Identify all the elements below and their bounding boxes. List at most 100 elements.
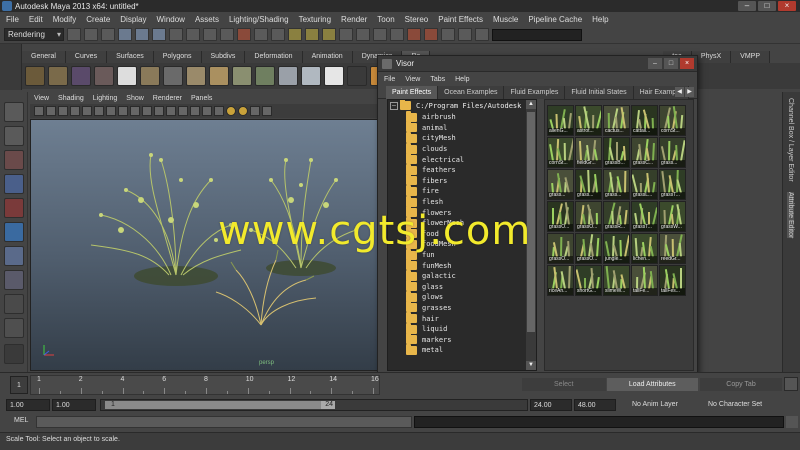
brush-thumbnail[interactable]: lichen... xyxy=(631,233,658,264)
brush-thumbnail[interactable]: grassR... xyxy=(603,201,630,232)
character-set-dropdown[interactable]: No Character Set xyxy=(696,399,762,411)
brush-thumbnail[interactable]: grass... xyxy=(575,169,602,200)
load-attributes-button[interactable]: Load Attributes xyxy=(606,378,698,391)
brush-thumbnail[interactable]: tallFes... xyxy=(659,265,686,296)
menu-set-select[interactable]: Rendering xyxy=(4,28,64,41)
visor-close-button[interactable]: × xyxy=(680,58,694,69)
xray-joints-icon[interactable] xyxy=(262,106,272,116)
menu-lighting-shading[interactable]: Lighting/Shading xyxy=(229,15,289,24)
brush-thumbnail[interactable]: grassO... xyxy=(547,201,574,232)
brush-thumbnail[interactable]: astrot... xyxy=(575,105,602,136)
tab-scroll-left-icon[interactable]: ◀ xyxy=(675,87,684,97)
menu-muscle[interactable]: Muscle xyxy=(493,15,518,24)
brush-thumbnail[interactable]: grassT... xyxy=(631,201,658,232)
show-manipulator-icon[interactable] xyxy=(4,294,24,314)
menu-create[interactable]: Create xyxy=(86,15,110,24)
visor-tab-fluid-examples[interactable]: Fluid Examples xyxy=(504,86,566,99)
hypershade-icon[interactable] xyxy=(458,28,472,41)
paint-tool-icon[interactable] xyxy=(94,66,114,86)
brush-thumbnail[interactable]: reedGr... xyxy=(659,233,686,264)
folder-item[interactable]: markers xyxy=(406,333,464,345)
visor-tab-paint-effects[interactable]: Paint Effects xyxy=(386,86,439,99)
textured-icon[interactable] xyxy=(214,106,224,116)
wireframe-icon[interactable] xyxy=(166,106,176,116)
snap-grid-icon[interactable] xyxy=(288,28,302,41)
lasso-tool-icon[interactable] xyxy=(4,126,24,146)
menu-file[interactable]: File xyxy=(6,15,19,24)
snap-point-icon[interactable] xyxy=(322,28,336,41)
viewport-menu-panels[interactable]: Panels xyxy=(191,95,212,102)
folder-item[interactable]: flesh xyxy=(406,195,464,208)
brush-thumbnail[interactable]: shortG... xyxy=(575,265,602,296)
folder-item[interactable]: animal xyxy=(406,121,464,134)
maximize-button[interactable]: □ xyxy=(758,1,776,11)
paint-brush-icon[interactable] xyxy=(25,66,45,86)
brush-thumbnail[interactable]: tallFe... xyxy=(631,265,658,296)
brush-thumbnail[interactable]: cornSt... xyxy=(659,105,686,136)
shelf-tab-animation[interactable]: Animation xyxy=(302,51,353,63)
menu-modify[interactable]: Modify xyxy=(53,15,77,24)
paint-settings-icon[interactable] xyxy=(117,66,137,86)
scale-tool-icon[interactable] xyxy=(4,222,24,242)
paint-canvas-icon[interactable] xyxy=(140,66,160,86)
brush-thumbnail[interactable]: slimeW... xyxy=(603,265,630,296)
brush-preset-icon[interactable] xyxy=(232,66,252,86)
viewport-menu-lighting[interactable]: Lighting xyxy=(93,95,118,102)
brush-thumbnail[interactable]: cactus... xyxy=(603,105,630,136)
folder-item[interactable]: liquid xyxy=(406,322,464,335)
folder-item[interactable]: electrical xyxy=(406,153,464,165)
range-handle[interactable]: 1 24 xyxy=(105,401,335,409)
brush-thumbnail[interactable]: jungle... xyxy=(603,233,630,264)
brush-thumbnail[interactable]: grassO... xyxy=(575,201,602,232)
tab-scroll-right-icon[interactable]: ▶ xyxy=(685,87,694,97)
visor-menu-help[interactable]: Help xyxy=(455,76,469,83)
range-bar[interactable]: 1 24 xyxy=(100,399,528,411)
playback-start-field[interactable]: 1.00 xyxy=(52,399,96,411)
brush-thumbnail[interactable]: grassW... xyxy=(659,201,686,232)
shelf-tab-deformation[interactable]: Deformation xyxy=(245,51,303,63)
folder-item[interactable]: galactic xyxy=(406,269,464,282)
menu-render[interactable]: Render xyxy=(341,15,367,24)
render-settings-icon[interactable] xyxy=(441,28,455,41)
paint-scene-icon[interactable] xyxy=(163,66,183,86)
grid-icon[interactable] xyxy=(82,106,92,116)
folder-item[interactable]: fire xyxy=(406,184,464,197)
menu-texturing[interactable]: Texturing xyxy=(299,15,331,24)
open-scene-icon[interactable] xyxy=(84,28,98,41)
brush-preset-icon[interactable] xyxy=(301,66,321,86)
brush-thumbnail[interactable]: grass... xyxy=(603,169,630,200)
start-time-field[interactable]: 1.00 xyxy=(6,399,50,411)
shelf-tab-subdivs[interactable]: Subdivs xyxy=(201,51,246,63)
folder-item[interactable]: feathers xyxy=(406,163,464,176)
resolution-gate-icon[interactable] xyxy=(106,106,116,116)
visor-menu-file[interactable]: File xyxy=(384,76,395,83)
visor-minimize-button[interactable]: – xyxy=(648,58,662,69)
close-button[interactable]: × xyxy=(778,1,796,11)
layout-preset-icon[interactable] xyxy=(4,344,24,364)
brush-thumbnail[interactable]: grassT... xyxy=(659,169,686,200)
visor-tab-ocean-examples[interactable]: Ocean Examples xyxy=(438,86,505,99)
select-component-icon[interactable] xyxy=(152,28,166,41)
gate-mask-icon[interactable] xyxy=(118,106,128,116)
xray-icon[interactable] xyxy=(202,106,212,116)
bookmark-icon[interactable] xyxy=(58,106,68,116)
pick-surfaces-icon[interactable] xyxy=(220,28,234,41)
render-frame-icon[interactable] xyxy=(407,28,421,41)
paint-stroke-icon[interactable] xyxy=(48,66,68,86)
paint-template-icon[interactable] xyxy=(71,66,91,86)
input-line-field[interactable] xyxy=(492,28,582,41)
field-chart-icon[interactable] xyxy=(130,106,140,116)
brush-thumbnail[interactable]: grassO... xyxy=(575,233,602,264)
select-object-icon[interactable] xyxy=(135,28,149,41)
visor-maximize-button[interactable]: □ xyxy=(664,58,678,69)
brush-thumbnail[interactable]: grassO... xyxy=(547,233,574,264)
playback-controls-icon[interactable] xyxy=(784,377,798,391)
scroll-down-icon[interactable]: ▼ xyxy=(526,361,536,370)
visor-title-bar[interactable]: Visor – □ × xyxy=(378,56,697,72)
copy-tab-button[interactable]: Copy Tab xyxy=(700,378,782,391)
render-view-icon[interactable] xyxy=(390,28,404,41)
brush-preset-icon[interactable] xyxy=(347,66,367,86)
menu-stereo[interactable]: Stereo xyxy=(405,15,429,24)
pick-mask-icon[interactable] xyxy=(169,28,183,41)
shelf-tab-polygons[interactable]: Polygons xyxy=(153,51,202,63)
